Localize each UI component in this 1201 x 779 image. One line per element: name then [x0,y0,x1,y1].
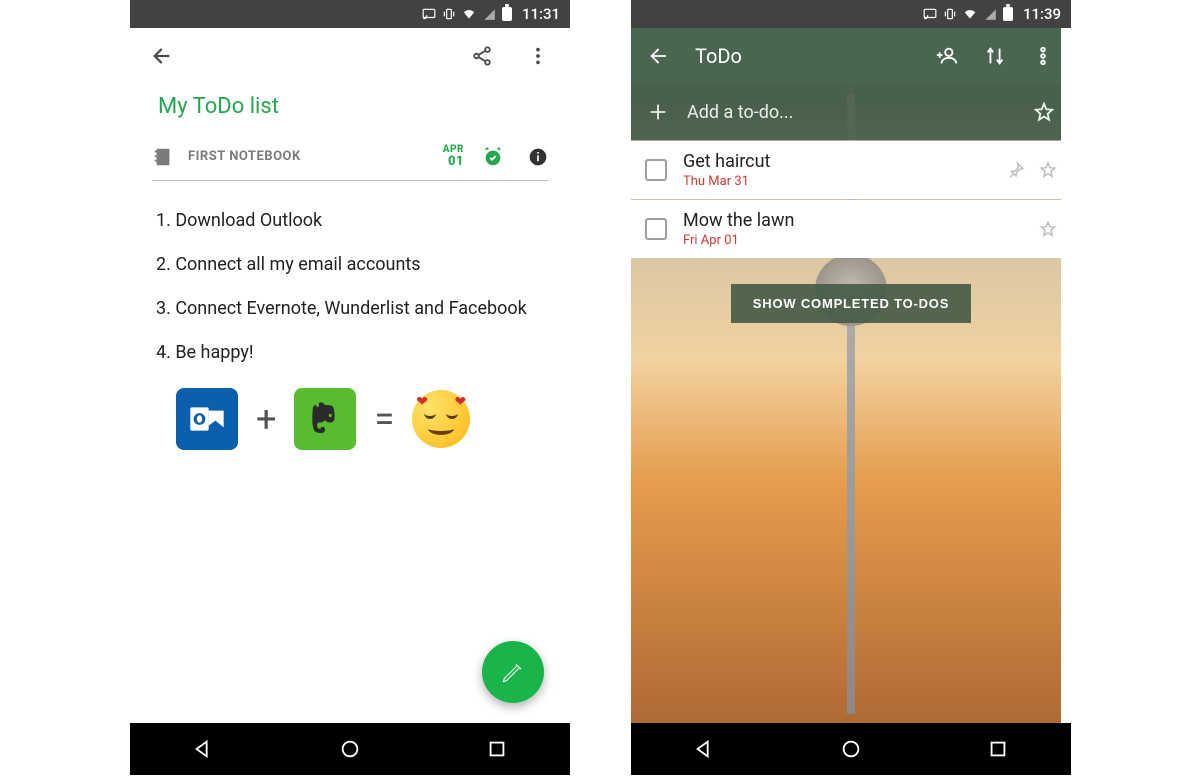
reminder-icon[interactable] [482,146,504,168]
app-bar [130,28,570,84]
plus-icon [647,101,669,123]
overflow-menu-button[interactable] [518,36,558,76]
status-icons [422,7,512,21]
todo-date: Fri Apr 01 [683,233,794,248]
todo-date: Thu Mar 31 [683,174,770,189]
overflow-menu-button[interactable] [1023,36,1063,76]
note-title[interactable]: My ToDo list [158,94,548,119]
status-clock: 11:31 [522,5,560,23]
nav-recent-button[interactable] [477,729,517,769]
back-button[interactable] [142,36,182,76]
star-icon[interactable] [1033,101,1055,123]
add-person-icon [936,45,958,67]
add-todo-row[interactable]: Add a to-do... [631,84,1071,140]
square-recent-icon [987,738,1009,760]
add-todo-placeholder: Add a to-do... [687,102,793,123]
battery-icon [1003,7,1013,21]
vibrate-icon [442,7,456,21]
android-nav-bar [130,723,570,775]
scroll-edge [1061,28,1071,723]
note-line: 3. Connect Evernote, Wunderlist and Face… [156,291,544,327]
evernote-icon [294,388,356,450]
square-recent-icon [486,738,508,760]
reminder-day: 01 [448,155,464,168]
list-title[interactable]: ToDo [695,44,742,68]
show-completed-button[interactable]: SHOW COMPLETED TO-DOS [731,284,971,323]
back-button[interactable] [639,36,679,76]
battery-icon [502,7,512,21]
no-sim-icon [983,7,997,21]
note-line: 1. Download Outlook [156,203,544,239]
triangle-back-icon [693,738,715,760]
status-bar: 11:39 [631,0,1071,28]
phone-left: 11:31 My ToDo list FIRST NOTEBOOK APR 01… [130,0,570,775]
checkbox[interactable] [645,159,667,181]
vibrate-icon [943,7,957,21]
triangle-back-icon [192,738,214,760]
notebook-icon [152,146,174,168]
notebook-name: FIRST NOTEBOOK [188,149,301,164]
sort-button[interactable] [975,36,1015,76]
cast-icon [422,7,436,21]
nav-home-button[interactable] [831,729,871,769]
todo-item[interactable]: Get haircut Thu Mar 31 [631,141,1071,199]
outlook-icon [176,388,238,450]
edit-fab[interactable] [482,641,544,703]
note-body[interactable]: 1. Download Outlook 2. Connect all my em… [130,181,570,485]
wifi-icon [462,7,476,21]
star-icon[interactable] [1039,161,1057,179]
todo-title: Get haircut [683,151,770,172]
plus-sign: + [256,383,276,455]
reminder-date[interactable]: APR 01 [443,145,464,168]
nav-back-button[interactable] [684,729,724,769]
no-sim-icon [482,7,496,21]
love-emoji-icon: ❤❤ [412,390,470,448]
status-bar: 11:31 [130,0,570,28]
sort-az-icon [984,45,1006,67]
arrow-left-icon [151,45,173,67]
more-vert-icon [527,45,549,67]
circle-home-icon [840,738,862,760]
status-icons [923,7,1013,21]
note-meta-row[interactable]: FIRST NOTEBOOK APR 01 [152,137,548,181]
nav-recent-button[interactable] [978,729,1018,769]
phone-right: 11:39 ToDo Add a to-do... Get haircut Th… [631,0,1071,775]
circle-home-icon [339,738,361,760]
nav-home-button[interactable] [330,729,370,769]
todo-item[interactable]: Mow the lawn Fri Apr 01 [631,200,1071,258]
status-clock: 11:39 [1023,5,1061,23]
cast-icon [923,7,937,21]
arrow-left-icon [648,45,670,67]
more-vert-icon [1032,45,1054,67]
share-button[interactable] [462,36,502,76]
app-equation: + = ❤❤ [176,383,544,455]
checkbox[interactable] [645,218,667,240]
app-bar: ToDo [631,28,1071,84]
share-icon [471,45,493,67]
equals-sign: = [374,383,394,455]
android-nav-bar [631,723,1071,775]
todo-title: Mow the lawn [683,210,794,231]
pin-icon[interactable] [1007,161,1025,179]
info-icon[interactable] [528,147,548,167]
note-line: 2. Connect all my email accounts [156,247,544,283]
wifi-icon [963,7,977,21]
pencil-icon [500,659,526,685]
star-icon[interactable] [1039,220,1057,238]
note-line: 4. Be happy! [156,335,544,371]
nav-back-button[interactable] [183,729,223,769]
invite-button[interactable] [927,36,967,76]
